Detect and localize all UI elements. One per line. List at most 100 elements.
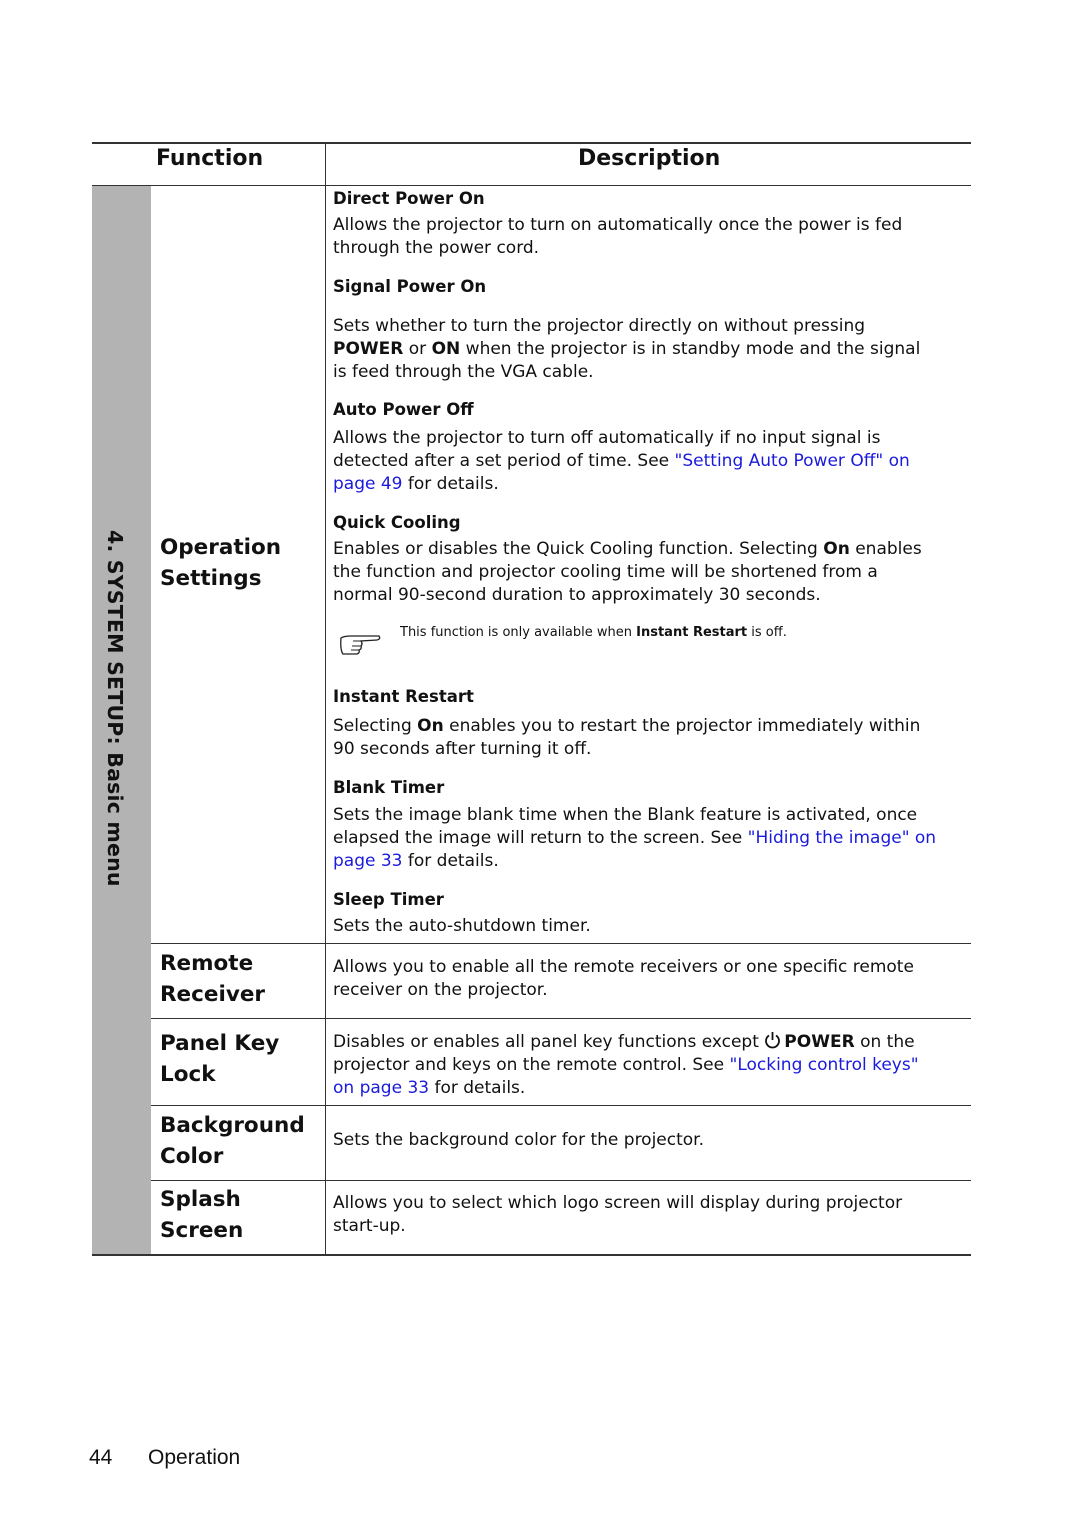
link-page-49[interactable]: page 49 bbox=[333, 474, 403, 494]
desc-text: elapsed the image will return to the scr… bbox=[333, 828, 748, 848]
desc-text: Disables or enables all panel key functi… bbox=[333, 1032, 765, 1052]
link-page-33[interactable]: page 33 bbox=[333, 851, 403, 871]
row-divider bbox=[151, 943, 971, 944]
item-desc-signal-power-on: Sets whether to turn the projector direc… bbox=[333, 315, 963, 384]
function-name-line: Splash bbox=[160, 1187, 241, 1212]
desc-line: Sets the image blank time when the Blank… bbox=[333, 805, 918, 825]
desc-line: detected after a set period of time. See… bbox=[333, 450, 963, 473]
desc-line: Enables or disables the Quick Cooling fu… bbox=[333, 538, 963, 561]
desc-text: for details. bbox=[429, 1078, 526, 1098]
section-label: 4. SYSTEM SETUP: Basic menu bbox=[103, 530, 127, 887]
desc-line: page 33 for details. bbox=[333, 850, 963, 873]
desc-line: POWER or ON when the projector is in sta… bbox=[333, 338, 963, 361]
link-setting-auto-power-off[interactable]: "Setting Auto Power Off" on bbox=[675, 451, 910, 471]
item-title-direct-power-on: Direct Power On bbox=[333, 189, 485, 208]
desc-text: enables you to restart the projector imm… bbox=[443, 716, 921, 736]
function-name-line: Settings bbox=[160, 566, 262, 591]
desc-text: Enables or disables the Quick Cooling fu… bbox=[333, 539, 824, 559]
function-name-background-color: Background Color bbox=[160, 1110, 305, 1172]
bold-term: On bbox=[823, 539, 850, 559]
desc-text: for details. bbox=[402, 474, 499, 494]
bold-term: Instant Restart bbox=[636, 625, 748, 640]
desc-line: is feed through the VGA cable. bbox=[333, 362, 594, 382]
desc-text: on the bbox=[854, 1032, 915, 1052]
note-text: This function is only available when bbox=[400, 625, 637, 640]
item-desc-quick-cooling: Enables or disables the Quick Cooling fu… bbox=[333, 538, 963, 607]
desc-line: projector and keys on the remote control… bbox=[333, 1054, 963, 1077]
item-title-quick-cooling: Quick Cooling bbox=[333, 513, 461, 532]
desc-line: Sets the background color for the projec… bbox=[333, 1130, 705, 1150]
desc-line: through the power cord. bbox=[333, 238, 540, 258]
desc-text: detected after a set period of time. See bbox=[333, 451, 675, 471]
item-desc-auto-power-off: Allows the projector to turn off automat… bbox=[333, 427, 963, 496]
column-divider bbox=[325, 142, 326, 1255]
desc-line: Sets whether to turn the projector direc… bbox=[333, 316, 866, 336]
page-number: 44 bbox=[89, 1446, 113, 1469]
footer-section-title: Operation bbox=[148, 1446, 241, 1469]
desc-line: receiver on the projector. bbox=[333, 980, 548, 1000]
note-text: is off. bbox=[747, 625, 787, 640]
desc-line: Allows you to select which logo screen w… bbox=[333, 1193, 903, 1213]
pointing-hand-icon bbox=[340, 635, 381, 655]
item-desc-direct-power-on: Allows the projector to turn on automati… bbox=[333, 214, 963, 260]
desc-remote-receiver: Allows you to enable all the remote rece… bbox=[333, 956, 963, 1002]
row-divider bbox=[151, 1105, 971, 1106]
desc-line: Selecting On enables you to restart the … bbox=[333, 715, 963, 738]
desc-line: Sets the auto-shutdown timer. bbox=[333, 916, 591, 936]
function-name-panel-key-lock: Panel Key Lock bbox=[160, 1028, 279, 1090]
bold-term: On bbox=[417, 716, 444, 736]
table-top-rule bbox=[92, 142, 971, 144]
desc-line: elapsed the image will return to the scr… bbox=[333, 827, 963, 850]
row-divider bbox=[151, 1018, 971, 1019]
desc-text: enables bbox=[849, 539, 922, 559]
item-title-blank-timer: Blank Timer bbox=[333, 778, 445, 797]
desc-line: page 49 for details. bbox=[333, 473, 963, 496]
power-icon bbox=[765, 1032, 781, 1049]
item-title-instant-restart: Instant Restart bbox=[333, 687, 474, 706]
item-title-auto-power-off: Auto Power Off bbox=[333, 400, 474, 419]
bold-term: ON bbox=[431, 339, 461, 359]
desc-line: normal 90-second duration to approximate… bbox=[333, 585, 821, 605]
bold-term: POWER bbox=[784, 1032, 855, 1052]
bold-term: POWER bbox=[333, 339, 404, 359]
link-locking-control-keys[interactable]: "Locking control keys" bbox=[730, 1055, 919, 1075]
function-name-splash-screen: Splash Screen bbox=[160, 1184, 243, 1246]
item-desc-blank-timer: Sets the image blank time when the Blank… bbox=[333, 804, 963, 873]
desc-background-color: Sets the background color for the projec… bbox=[333, 1129, 963, 1152]
function-name-operation-settings: Operation Settings bbox=[160, 532, 281, 594]
function-name-line: Screen bbox=[160, 1218, 244, 1243]
function-name-line: Lock bbox=[160, 1062, 216, 1087]
column-header-function: Function bbox=[156, 146, 264, 171]
table-bottom-rule bbox=[92, 1254, 971, 1256]
link-hiding-the-image[interactable]: "Hiding the image" on bbox=[748, 828, 936, 848]
row-divider bbox=[151, 1180, 971, 1181]
manual-page: 4. SYSTEM SETUP: Basic menu Function Des… bbox=[0, 0, 1080, 1529]
function-name-line: Receiver bbox=[160, 982, 266, 1007]
desc-line: start-up. bbox=[333, 1216, 406, 1236]
function-name-remote-receiver: Remote Receiver bbox=[160, 948, 265, 1010]
function-name-line: Remote bbox=[160, 951, 254, 976]
desc-line: Allows you to enable all the remote rece… bbox=[333, 957, 914, 977]
desc-panel-key-lock: Disables or enables all panel key functi… bbox=[333, 1031, 963, 1100]
desc-line: the function and projector cooling time … bbox=[333, 562, 878, 582]
function-name-line: Operation bbox=[160, 535, 282, 560]
column-header-description: Description bbox=[578, 146, 721, 171]
function-name-line: Background bbox=[160, 1113, 305, 1138]
item-desc-sleep-timer: Sets the auto-shutdown timer. bbox=[333, 915, 963, 938]
desc-text: projector and keys on the remote control… bbox=[333, 1055, 730, 1075]
link-on-page-33[interactable]: on page 33 bbox=[333, 1078, 429, 1098]
item-title-sleep-timer: Sleep Timer bbox=[333, 890, 444, 909]
desc-line: 90 seconds after turning it off. bbox=[333, 739, 592, 759]
desc-line: on page 33 for details. bbox=[333, 1077, 963, 1100]
desc-line: Allows the projector to turn off automat… bbox=[333, 428, 881, 448]
item-title-signal-power-on: Signal Power On bbox=[333, 277, 487, 296]
desc-line: Disables or enables all panel key functi… bbox=[333, 1031, 963, 1054]
desc-splash-screen: Allows you to select which logo screen w… bbox=[333, 1192, 963, 1238]
desc-text: or bbox=[403, 339, 432, 359]
table-header-rule bbox=[92, 185, 971, 186]
desc-text: Selecting bbox=[333, 716, 418, 736]
function-name-line: Color bbox=[160, 1144, 224, 1169]
desc-text: when the projector is in standby mode an… bbox=[460, 339, 921, 359]
desc-text: for details. bbox=[402, 851, 499, 871]
desc-line: Allows the projector to turn on automati… bbox=[333, 215, 903, 235]
